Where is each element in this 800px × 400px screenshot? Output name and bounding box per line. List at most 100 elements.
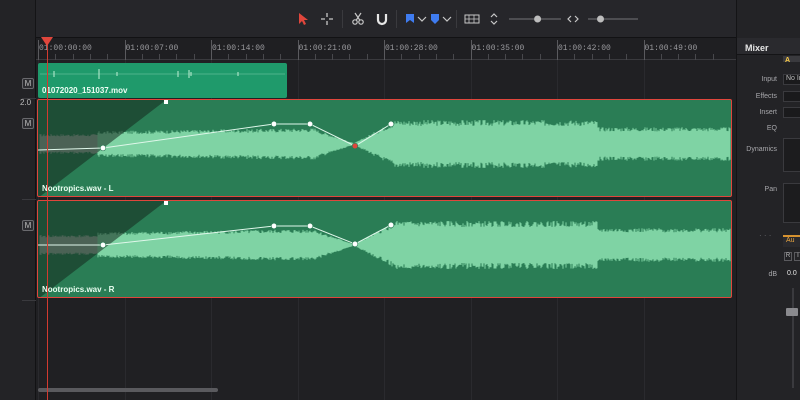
ruler-minor-tick <box>712 54 714 60</box>
mixer-effects-label: Effects <box>755 93 777 100</box>
ripple-button[interactable] <box>566 12 580 26</box>
toolbar-separator <box>396 10 397 28</box>
ruler-minor-tick <box>401 54 403 60</box>
ruler-minor-tick <box>574 54 576 60</box>
range-tool-button[interactable] <box>320 12 334 26</box>
audio-clip-right-name: Nootropics.wav - R <box>42 285 115 294</box>
ruler-minor-tick <box>487 54 489 60</box>
ruler-minor-tick <box>55 54 57 60</box>
magnet-icon <box>376 14 388 26</box>
mixer-more-dots[interactable]: · · · <box>759 231 771 240</box>
ruler-minor-tick <box>435 54 437 60</box>
audio-clip-left-name: Nootropics.wav - L <box>42 184 114 193</box>
ruler-minor-tick <box>539 54 541 60</box>
timeline-toolbar <box>0 0 800 38</box>
audio-mute-button-l[interactable]: M <box>22 118 34 129</box>
ruler-minor-tick <box>626 54 628 60</box>
ruler-timecode-label: 01:00:28:00 <box>385 44 438 53</box>
track-zoom-value: 2.0 <box>20 98 32 107</box>
timecode-ruler[interactable]: 01:00:00:00 01:00:07:00 01:00:14:00 01:00:2… <box>36 38 736 60</box>
ruler-minor-tick <box>141 54 143 60</box>
vertical-arrows-icon <box>490 13 498 25</box>
mixer-input-monitor-button[interactable]: I <box>794 252 800 261</box>
video-clip[interactable]: 01072020_151037.mov <box>38 63 287 98</box>
volume-keyframe[interactable] <box>387 221 395 229</box>
zoom-fit-button[interactable] <box>487 12 501 26</box>
ruler-minor-tick <box>332 54 334 60</box>
marker-dropdown[interactable] <box>440 12 454 26</box>
mixer-db-label: dB <box>768 271 777 278</box>
ruler-minor-tick <box>262 54 264 60</box>
toolbar-separator <box>342 10 343 28</box>
mixer-channel-label: Au <box>783 235 800 247</box>
ruler-minor-tick <box>159 54 161 60</box>
mixer-input-select[interactable]: No In <box>783 74 800 85</box>
volume-keyframe[interactable] <box>351 240 359 248</box>
mixer-fader-track <box>792 288 794 388</box>
mixer-input-label: Input <box>761 76 777 83</box>
fade-handle[interactable] <box>164 100 168 104</box>
mixer-eq-graph[interactable] <box>783 138 800 172</box>
mixer-record-button[interactable]: R <box>784 252 792 261</box>
snapping-toggle-button[interactable] <box>375 12 389 26</box>
ruler-minor-tick <box>591 54 593 60</box>
audio-clip-left[interactable]: Nootropics.wav - L <box>37 99 732 197</box>
ruler-minor-tick <box>349 54 351 60</box>
mixer-db-value: 0.0 <box>787 270 797 277</box>
flag-dropdown[interactable] <box>415 12 429 26</box>
track-height-button[interactable] <box>464 12 480 26</box>
ruler-minor-tick <box>608 54 610 60</box>
track-divider <box>22 98 36 99</box>
mixer-title: Mixer <box>745 43 769 53</box>
toolbar-separator <box>456 10 457 28</box>
ruler-timecode-label: 01:00:49:00 <box>644 44 698 53</box>
ruler-minor-tick <box>366 54 368 60</box>
selection-tool-button[interactable] <box>296 12 310 26</box>
chevron-down-icon <box>417 16 427 22</box>
ruler-minor-tick <box>89 54 91 60</box>
mixer-fader-knob[interactable] <box>786 308 798 316</box>
mixer-dynamics-label: Dynamics <box>746 146 777 153</box>
ruler-minor-tick <box>228 54 230 60</box>
ruler-minor-tick <box>678 54 680 60</box>
mixer-panel: Mixer A Input No In Effects Insert EQ Dy… <box>736 38 800 400</box>
ruler-minor-tick <box>660 54 662 60</box>
mixer-insert-slot[interactable] <box>783 107 800 118</box>
volume-keyframe[interactable] <box>306 120 314 128</box>
ruler-minor-tick <box>176 54 178 60</box>
mixer-pan-control[interactable] <box>783 183 800 223</box>
toolbar-left-spacer <box>0 0 36 38</box>
mixer-insert-label: Insert <box>759 109 777 116</box>
volume-keyframe[interactable] <box>306 222 314 230</box>
horizontal-scrollbar[interactable] <box>38 388 218 392</box>
detail-zoom-slider[interactable] <box>584 14 642 24</box>
code-brackets-icon <box>567 15 579 23</box>
volume-keyframe[interactable] <box>99 144 107 152</box>
ruler-minor-tick <box>505 54 507 60</box>
volume-keyframe[interactable] <box>270 120 278 128</box>
audio-clip-right[interactable]: Nootropics.wav - R <box>37 200 732 298</box>
volume-keyframe[interactable] <box>270 222 278 230</box>
audio-mute-button-r[interactable]: M <box>22 220 34 231</box>
ruler-timecode-label: 01:00:21:00 <box>298 44 352 53</box>
volume-keyframe[interactable] <box>387 120 395 128</box>
ruler-minor-tick <box>280 54 282 60</box>
playhead-line[interactable] <box>47 40 48 400</box>
volume-keyframe[interactable] <box>351 142 359 150</box>
waveform-left <box>38 100 731 196</box>
track-divider <box>22 199 36 200</box>
playhead-marker-icon[interactable] <box>41 37 53 46</box>
ruler-minor-tick <box>107 54 109 60</box>
toolbar-right-spacer <box>736 0 800 38</box>
volume-keyframe[interactable] <box>99 241 107 249</box>
zoom-slider[interactable] <box>505 14 565 24</box>
ruler-minor-tick <box>695 54 697 60</box>
mixer-effects-slot[interactable] <box>783 91 800 102</box>
fade-handle[interactable] <box>164 201 168 205</box>
timeline-area[interactable]: 01:00:00:00 01:00:07:00 01:00:14:00 01:00:2… <box>36 38 736 400</box>
video-clip-name: 01072020_151037.mov <box>42 86 128 95</box>
blade-tool-button[interactable] <box>351 12 365 26</box>
video-mute-button[interactable]: M <box>22 78 34 89</box>
ruler-timecode-label: 01:00:07:00 <box>125 44 179 53</box>
track-headers: M 2.0 M M <box>0 38 36 400</box>
